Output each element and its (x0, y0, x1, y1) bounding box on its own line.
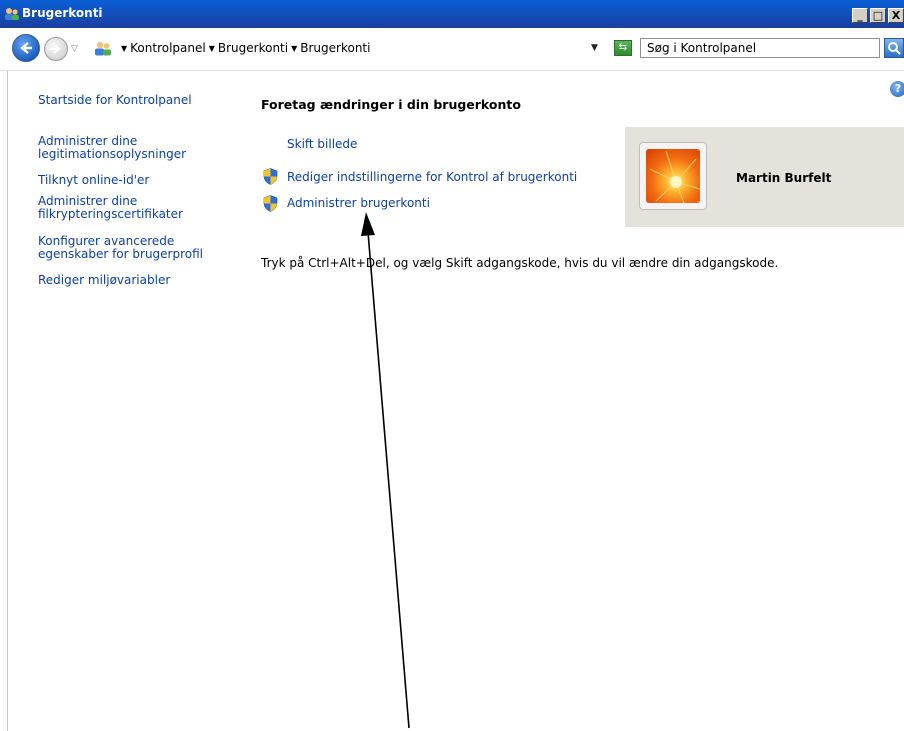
breadcrumb-item[interactable]: Kontrolpanel (130, 41, 206, 55)
search-icon (888, 42, 901, 55)
sidebar-item-label: legitimationsoplysninger (38, 147, 187, 161)
manage-accounts-link[interactable]: Administrer brugerkonti (287, 196, 430, 210)
address-dropdown-icon[interactable]: ▼ (591, 43, 598, 53)
sidebar-item-credentials[interactable]: Administrer dine legitimationsoplysninge… (38, 135, 186, 161)
users-icon (5, 8, 19, 20)
arrow-left-icon (20, 42, 32, 54)
forward-button[interactable] (44, 37, 68, 61)
uac-settings-link[interactable]: Rediger indstillingerne for Kontrol af b… (287, 170, 577, 184)
sidebar-item-environment-variables[interactable]: Rediger miljøvariabler (38, 274, 170, 287)
sidebar-item-label: egenskaber for brugerprofil (38, 247, 204, 261)
sidebar-item-control-panel-home[interactable]: Startside for Kontrolpanel (38, 94, 192, 107)
chevron-down-icon[interactable]: ▼ (291, 44, 297, 53)
help-icon[interactable]: ? (890, 81, 904, 97)
control-panel-window: Brugerkonti _ □ X ▽ ▼ Kontrolpanel ▼ Bruger… (0, 0, 904, 731)
breadcrumb-item[interactable]: Brugerkonti (218, 41, 288, 55)
search-input[interactable]: Søg i Kontrolpanel (640, 38, 880, 58)
maximize-button[interactable]: □ (870, 8, 886, 23)
search-button[interactable] (884, 38, 904, 58)
sidebar-item-online-ids[interactable]: Tilknyt online-id'er (38, 174, 149, 187)
close-button[interactable]: X (888, 8, 904, 23)
title-bar: Brugerkonti _ □ X (0, 0, 904, 28)
chevron-down-icon[interactable]: ▼ (209, 44, 215, 53)
back-button[interactable] (12, 34, 40, 62)
password-hint-text: Tryk på Ctrl+Alt+Del, og vælg Skift adga… (261, 256, 779, 270)
address-toolbar: ▽ ▼ Kontrolpanel ▼ Brugerkonti ▼ Brugerkonti … (0, 28, 904, 71)
refresh-button[interactable]: ⇆ (614, 40, 632, 56)
window-title: Brugerkonti (22, 6, 103, 20)
users-icon (95, 41, 111, 56)
avatar[interactable] (639, 142, 707, 210)
page-title: Foretag ændringer i din brugerkonto (261, 97, 521, 112)
sidebar-item-label: filkrypteringscertifikater (38, 207, 183, 221)
flower-picture-icon (646, 149, 700, 203)
change-picture-link[interactable]: Skift billede (287, 137, 357, 151)
breadcrumb: ▼ Kontrolpanel ▼ Brugerkonti ▼ Brugerkonti (118, 41, 370, 55)
user-name: Martin Burfelt (736, 171, 832, 185)
minimize-button[interactable]: _ (852, 8, 868, 23)
breadcrumb-item[interactable]: Brugerkonti (300, 41, 370, 55)
user-card: Martin Burfelt (625, 127, 904, 227)
sidebar-item-encryption-certificates[interactable]: Administrer dine filkrypteringscertifika… (38, 195, 183, 221)
sidebar (0, 71, 240, 731)
uac-shield-icon (263, 168, 278, 185)
chevron-down-icon[interactable]: ▼ (121, 44, 127, 53)
uac-shield-icon (263, 195, 278, 212)
history-dropdown-icon[interactable]: ▽ (71, 44, 78, 54)
sidebar-item-profile-properties[interactable]: Konfigurer avancerede egenskaber for bru… (38, 235, 203, 261)
search-placeholder: Søg i Kontrolpanel (647, 41, 757, 55)
address-bar[interactable]: ▼ Kontrolpanel ▼ Brugerkonti ▼ Brugerkonti (84, 37, 614, 59)
arrow-right-icon (50, 44, 61, 54)
